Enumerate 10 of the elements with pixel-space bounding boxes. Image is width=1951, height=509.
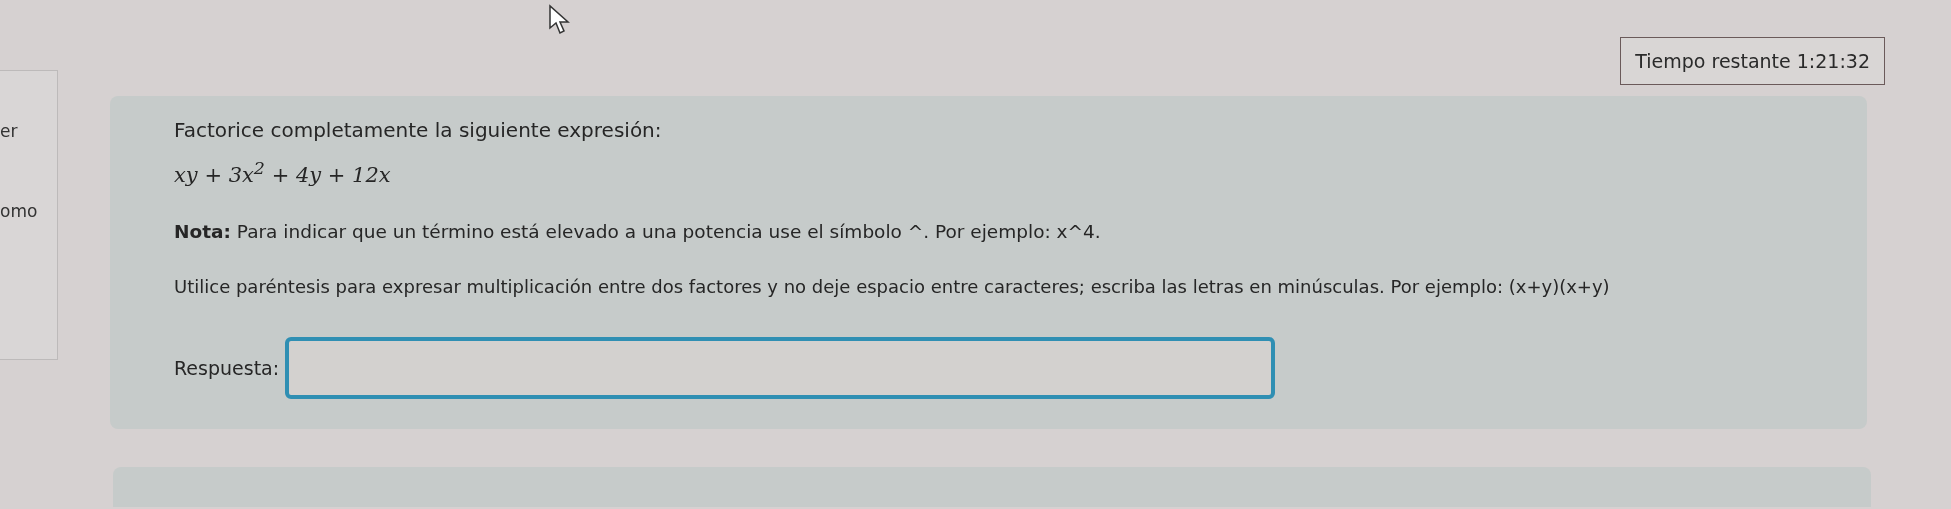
answer-label: Respuesta: — [174, 357, 280, 379]
side-text: omo — [0, 201, 39, 221]
side-text: er — [0, 121, 19, 141]
timer-label: Tiempo restante — [1635, 50, 1791, 72]
note-text: Nota: Para indicar que un término está elevado a una potencia use el símbolo ^. Por ejemplo: x^4. — [174, 221, 1102, 242]
answer-field[interactable] — [285, 337, 1276, 399]
question-prompt: Factorice completamente la siguiente expresión: — [174, 118, 663, 142]
timer-value: 1:21:32 — [1796, 50, 1870, 72]
math-expression: xy + 3x$^{2}$ + 4y + 12x — [174, 158, 392, 187]
instruction-text: Utilice paréntesis para expresar multiplicación entre dos factores y no deje espacio entre caracteres; escriba las letras en minúsculas. Por ejemplo: (x+y)(x+y) — [174, 276, 1611, 297]
